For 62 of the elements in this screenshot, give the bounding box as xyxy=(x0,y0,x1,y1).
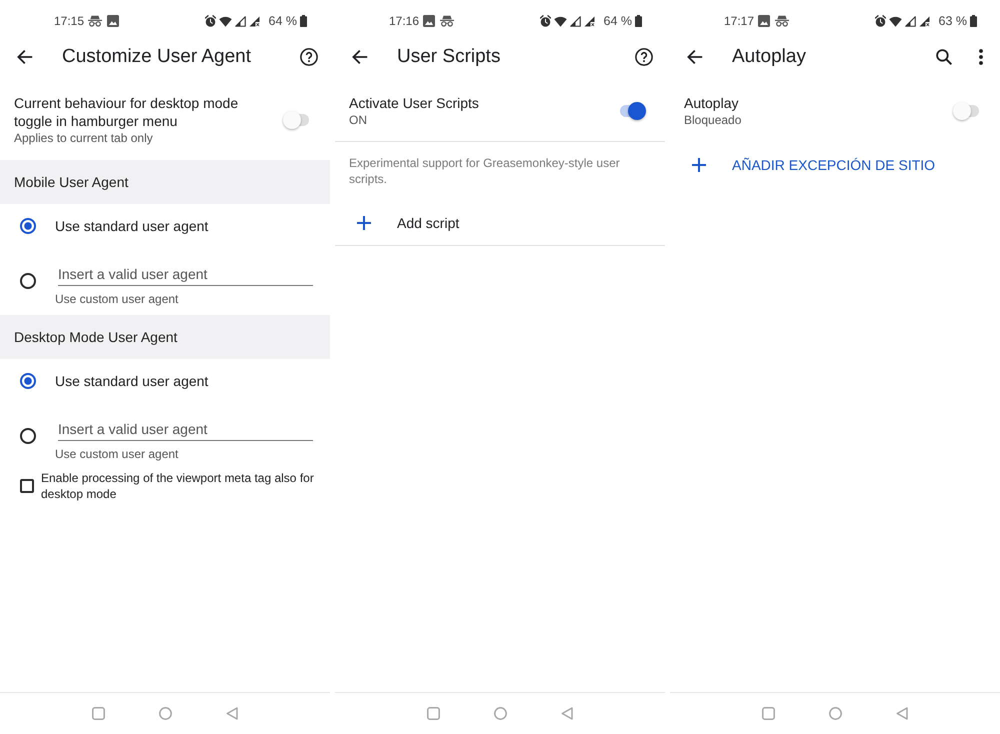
setting-title: Current behaviour for desktop mode toggle in hamburger menu xyxy=(14,94,240,130)
option-label: Use custom user agent xyxy=(55,446,180,462)
wifi-icon xyxy=(554,16,566,26)
status-time: 17:17 xyxy=(724,14,754,28)
search-icon[interactable] xyxy=(936,49,952,65)
section-header: Mobile User Agent xyxy=(0,160,330,204)
option-label: Use custom user agent xyxy=(55,291,180,307)
status-time: 17:16 xyxy=(389,14,420,28)
status-time: 17:15 xyxy=(54,14,84,28)
screen-title: Autoplay xyxy=(732,46,806,68)
setting-summary: Bloqueado xyxy=(684,112,742,128)
battery-percent: 64 % xyxy=(604,14,632,28)
back-arrow-icon[interactable] xyxy=(352,49,368,65)
battery-icon xyxy=(300,15,307,27)
add-button[interactable]: AÑADIR EXCEPCIÓN DE SITIO xyxy=(670,142,1000,188)
radio-button[interactable] xyxy=(20,273,36,289)
checkbox[interactable] xyxy=(20,479,34,493)
image-icon xyxy=(107,15,120,27)
radio-button[interactable] xyxy=(20,373,36,389)
signal-icon xyxy=(904,16,916,26)
incognito-icon xyxy=(775,15,790,27)
radio-button[interactable] xyxy=(20,218,36,234)
description-text: Experimental support for Greasemonkey-style user scripts. xyxy=(349,155,621,187)
plus-icon xyxy=(692,158,706,172)
back-arrow-icon[interactable] xyxy=(17,49,33,65)
battery-percent: 63 % xyxy=(938,14,967,28)
setting-title: Autoplay xyxy=(684,94,738,112)
setting-title: Activate User Scripts xyxy=(349,94,479,112)
battery-percent: 64 % xyxy=(268,14,297,28)
radio-button[interactable] xyxy=(20,428,36,444)
signal-icon xyxy=(918,16,930,26)
alarm-clock-icon xyxy=(540,15,550,27)
checkbox-label: Enable processing of the viewport meta tag also for desktop mode xyxy=(41,470,315,502)
signal-icon xyxy=(584,16,594,26)
help-icon[interactable] xyxy=(635,48,653,66)
option-label: Use standard user agent xyxy=(55,218,208,234)
battery-icon xyxy=(635,15,642,27)
screen-title: User Scripts xyxy=(397,46,500,68)
signal-icon xyxy=(234,16,246,26)
user-agent-input[interactable]: Insert a valid user agent xyxy=(58,417,313,441)
battery-icon xyxy=(970,15,977,27)
plus-icon xyxy=(357,216,371,230)
signal-icon xyxy=(248,16,260,26)
wifi-icon xyxy=(888,16,902,26)
wifi-icon xyxy=(218,16,232,26)
alarm-clock-icon xyxy=(874,15,886,27)
screen-title: Customize User Agent xyxy=(62,46,252,68)
help-icon[interactable] xyxy=(300,48,318,66)
add-button[interactable]: Add script xyxy=(335,200,665,246)
setting-summary: Applies to current tab only xyxy=(14,130,153,146)
setting-summary: ON xyxy=(349,112,367,128)
image-icon xyxy=(423,15,436,27)
signal-icon xyxy=(570,16,580,26)
back-arrow-icon[interactable] xyxy=(687,49,703,65)
incognito-icon xyxy=(88,15,102,27)
more-options-icon[interactable] xyxy=(979,49,983,65)
image-icon xyxy=(758,15,770,27)
section-header: Desktop Mode User Agent xyxy=(0,315,330,359)
incognito-icon xyxy=(440,15,454,27)
alarm-clock-icon xyxy=(204,15,216,27)
option-label: Use standard user agent xyxy=(55,373,208,389)
user-agent-input[interactable]: Insert a valid user agent xyxy=(58,262,313,286)
